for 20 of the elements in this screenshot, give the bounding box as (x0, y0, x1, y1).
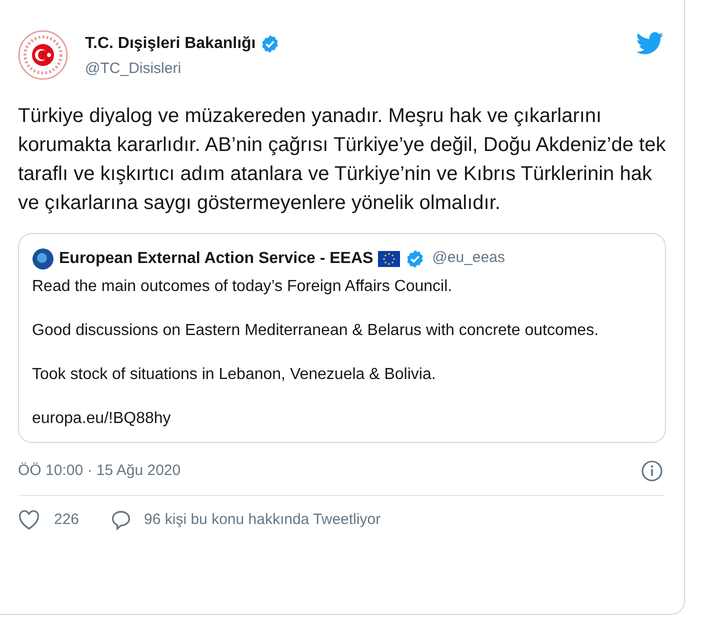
like-count: 226 (54, 510, 80, 530)
tweet-text: Türkiye diyalog ve müzakereden yanadır. Meşru hak ve çıkarlarını korumakta kararlıdır. AB’nin çağrısı Türkiye’ye değil, Doğu Akdeniz’de tek taraflı ve kışkırtıcı adım atanlara ve Türkiye’nin ve Kıbrıs Türklerinin hak ve çıkarlarına saygı göstermeyenlere yönelik olmalıdır. (18, 104, 666, 216)
quoted-paragraph: Read the main outcomes of today’s Foreign Affairs Council. (32, 276, 454, 296)
quoted-paragraph: europa.eu/!BQ88hy (32, 408, 172, 428)
author-handle[interactable]: @TC_Disisleri (85, 58, 280, 80)
quoted-tweet[interactable] (18, 232, 666, 442)
eu-flag-icon (378, 250, 400, 266)
author-name[interactable]: T.C. Dışişleri Bakanlığı (85, 32, 256, 56)
bird-logo-icon[interactable] (636, 32, 664, 55)
heart-icon[interactable] (18, 510, 40, 530)
info-icon[interactable] (641, 460, 663, 482)
conversation-link[interactable]: 96 kişi bu konu hakkında Tweetliyor (144, 509, 381, 532)
globe-avatar-icon (32, 248, 54, 270)
timestamp[interactable]: ÖÖ 10:00 · 15 Ağu 2020 (18, 460, 181, 482)
seal-avatar-icon[interactable] (18, 30, 68, 80)
quoted-paragraph: Good discussions on Eastern Mediterranean & Belarus with concrete outcomes. (32, 320, 600, 340)
quoted-author-handle: @eu_eeas (432, 248, 505, 268)
speech-bubble-icon[interactable] (110, 509, 132, 532)
quoted-author-name: European External Action Service - EEAS (59, 248, 374, 268)
quoted-paragraph: Took stock of situations in Lebanon, Venezuela & Bolivia. (32, 364, 437, 384)
